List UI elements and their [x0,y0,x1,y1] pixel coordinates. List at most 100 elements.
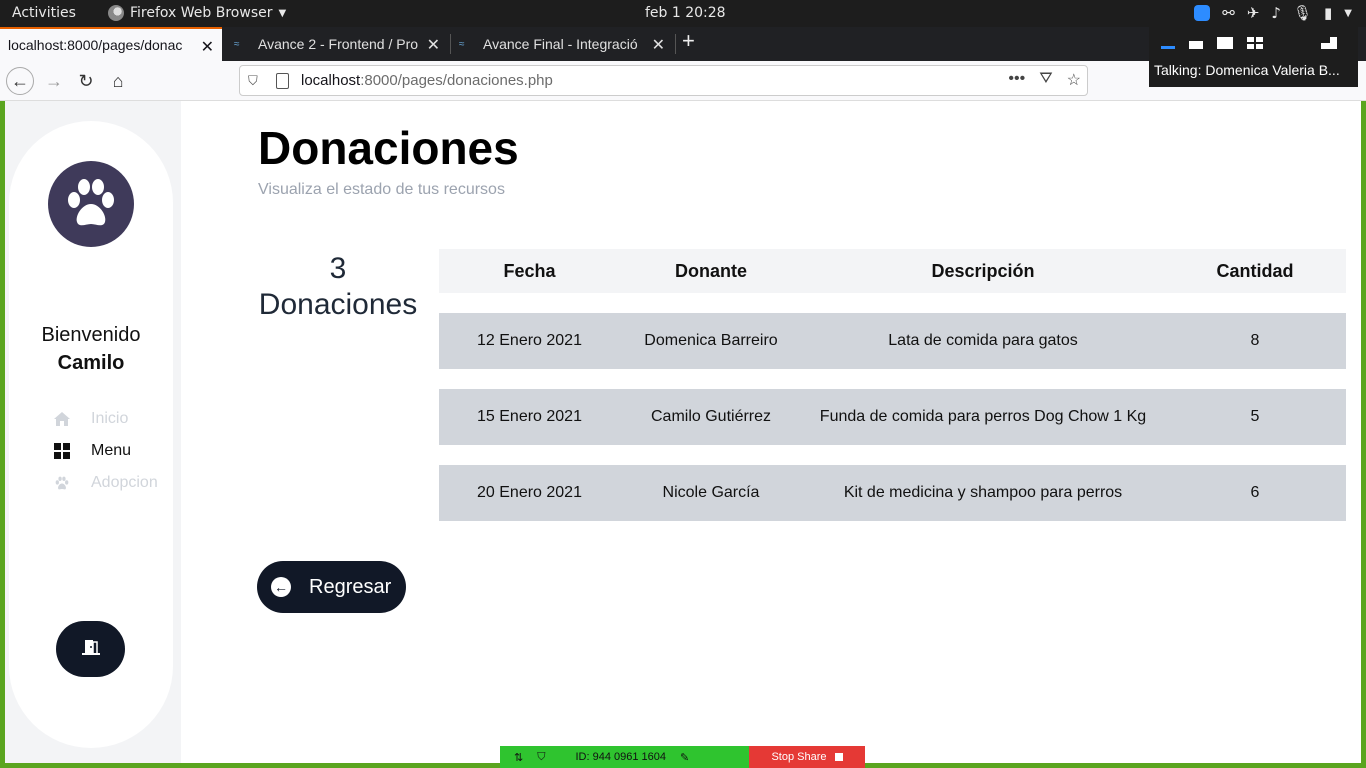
welcome-message: Bienvenido Camilo [9,321,173,377]
zoom-meeting-info[interactable]: ⇅ ⛉ ID: 944 0961 1604 ✎ [500,746,749,768]
microphone-icon[interactable]: 🎙 [1293,4,1312,22]
tab-separator [675,34,676,54]
arrow-left-circle-icon: ← [271,577,291,597]
cell-cantidad: 8 [1250,332,1260,349]
clock[interactable]: feb 1 20:28 [645,5,726,21]
cell-descripcion: Lata de comida para gatos [888,332,1078,349]
new-tab-plus-icon[interactable]: + [682,28,695,54]
stop-square-icon [834,753,843,761]
zoom-view-controls: Talking: Domenica Valeria B... [1149,27,1358,87]
chevron-down-icon: ▼ [278,7,287,19]
logout-button[interactable] [56,621,125,677]
close-tab-icon[interactable]: ✕ [652,35,665,55]
mic-muted-icon[interactable]: ✎ [680,751,689,764]
home-icon[interactable]: ⌂ [104,67,132,95]
sidebar-item-inicio[interactable]: Inicio [53,403,158,435]
tab-avance-final[interactable]: ≈ Avance Final - Integració ✕ [451,27,673,61]
cell-fecha: 15 Enero 2021 [477,408,582,425]
url-path: :8000/pages/donaciones.php [360,72,553,89]
security-shield-icon[interactable]: ⛉ [537,751,545,764]
cell-fecha: 20 Enero 2021 [477,484,582,501]
reload-icon[interactable]: ↻ [72,67,100,95]
cell-donante: Domenica Barreiro [644,332,778,349]
large-view-icon[interactable] [1217,37,1233,49]
tab-avance-2[interactable]: ≈ Avance 2 - Frontend / Pro ✕ [226,27,448,61]
user-name: Camilo [57,352,125,374]
page-content: Bienvenido Camilo Inicio Menu Adopcion D… [5,101,1361,763]
volume-icon[interactable]: ♪ [1271,4,1281,22]
cell-descripcion: Kit de medicina y shampoo para perros [843,484,1123,501]
drag-handle-icon[interactable]: ⇅ [514,751,523,764]
sidebar: Bienvenido Camilo Inicio Menu Adopcion [9,121,173,748]
column-header-fecha: Fecha [503,260,556,281]
cell-donante: Camilo Gutiérrez [650,408,772,425]
close-tab-icon[interactable]: ✕ [201,37,214,57]
sidebar-item-adopcion[interactable]: Adopcion [53,467,158,499]
column-header-donante: Donante [675,260,747,281]
meeting-id: ID: 944 0961 1604 [575,751,666,763]
chevron-down-icon[interactable]: ▼ [1344,8,1352,19]
home-icon [53,410,71,428]
page-info-icon[interactable] [276,72,289,89]
back-button[interactable]: ← Regresar [257,561,406,613]
pocket-icon[interactable]: ⛛ [1039,70,1052,90]
site-favicon-icon: ≈ [459,39,465,50]
paw-logo-icon [48,161,134,247]
donation-count: 3 Donaciones [253,251,423,323]
grid-icon [53,442,71,460]
zoom-talking-indicator: Talking: Domenica Valeria B... [1154,62,1340,78]
paw-icon [53,474,71,492]
app-menu[interactable]: Firefox Web Browser ▼ [108,5,286,21]
sidebar-item-label: Menu [91,442,132,459]
side-view-icon[interactable] [1321,37,1337,49]
page-title: Donaciones [258,122,519,174]
sidebar-item-label: Adopcion [91,474,158,491]
close-tab-icon[interactable]: ✕ [427,35,440,55]
table-row: 20 Enero 2021 Nicole García Kit de medic… [439,465,1346,521]
stop-share-label: Stop Share [771,751,827,763]
welcome-label: Bienvenido [41,324,141,346]
gallery-view-icon[interactable] [1247,37,1263,49]
cell-fecha: 12 Enero 2021 [477,332,582,349]
sidebar-item-label: Inicio [91,410,129,427]
minimize-view-icon[interactable] [1161,46,1175,49]
cell-cantidad: 5 [1250,408,1260,425]
donation-count-number: 3 [329,252,347,285]
table-row: 15 Enero 2021 Camilo Gutiérrez Funda de … [439,389,1346,445]
speaker-view-icon[interactable] [1189,41,1203,49]
forward-arrow-icon[interactable]: → [40,67,68,95]
back-button-label: Regresar [309,575,392,598]
tab-title: Avance Final - Integració [483,36,638,52]
cell-donante: Nicole García [662,484,760,501]
battery-icon[interactable]: ▮ [1324,4,1332,22]
system-tray[interactable]: ⚯ ✈ ♪ 🎙 ▮ ▼ [1194,4,1352,22]
firefox-icon [108,5,124,21]
tracking-shield-icon[interactable]: ⛉ [248,73,262,89]
cell-cantidad: 6 [1250,484,1260,501]
page-actions-icon[interactable]: ••• [1008,70,1025,90]
airplane-icon[interactable]: ✈ [1247,4,1260,22]
tab-donaciones[interactable]: localhost:8000/pages/donac ✕ [0,27,222,61]
cell-descripcion: Funda de comida para perros Dog Chow 1 K… [819,408,1147,425]
column-header-cantidad: Cantidad [1216,260,1294,281]
zoom-share-bar: ⇅ ⛉ ID: 944 0961 1604 ✎ Stop Share [500,746,865,768]
column-header-descripcion: Descripción [931,260,1035,281]
tab-title: localhost:8000/pages/donac [8,37,183,53]
zoom-icon[interactable] [1194,5,1211,21]
app-menu-label: Firefox Web Browser [130,5,273,21]
network-icon[interactable]: ⚯ [1222,4,1235,22]
system-top-bar: Activities Firefox Web Browser ▼ feb 1 2… [0,0,1366,27]
sidebar-item-menu[interactable]: Menu [53,435,158,467]
stop-share-button[interactable]: Stop Share [749,746,865,768]
activities-button[interactable]: Activities [12,5,76,21]
table-header: Fecha Donante Descripción Cantidad [439,249,1346,293]
url-text[interactable]: localhost:8000/pages/donaciones.php [301,72,553,89]
sidebar-menu: Inicio Menu Adopcion [53,403,158,499]
page-subtitle: Visualiza el estado de tus recursos [258,181,505,198]
back-arrow-icon[interactable]: ← [6,67,34,95]
url-host: localhost [301,72,361,89]
donation-count-label: Donaciones [258,288,418,321]
bookmark-star-icon[interactable]: ☆ [1067,70,1081,90]
door-exit-icon [81,638,101,661]
url-bar[interactable]: ⛉ localhost:8000/pages/donaciones.php ••… [239,65,1088,96]
